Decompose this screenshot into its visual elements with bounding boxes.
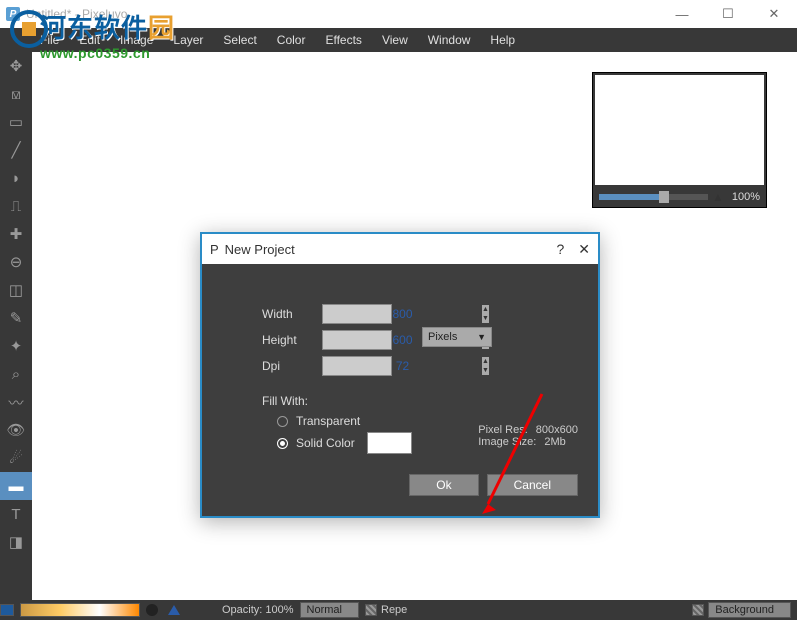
shape-circle-icon[interactable]: [146, 604, 158, 616]
eye-tool-icon[interactable]: 👁: [0, 416, 32, 444]
width-down-icon[interactable]: ▼: [482, 314, 489, 323]
selection-tool-icon[interactable]: ▭: [0, 108, 32, 136]
marquee-tool-icon[interactable]: ◫: [0, 276, 32, 304]
shape-triangle-icon[interactable]: [168, 605, 180, 615]
menu-file[interactable]: File: [30, 28, 69, 52]
heal-tool-icon[interactable]: ✚: [0, 220, 32, 248]
width-up-icon[interactable]: ▲: [482, 305, 489, 314]
repeat-checkbox[interactable]: [365, 604, 377, 616]
navigator-panel[interactable]: ▲ 100%: [592, 72, 767, 208]
new-project-dialog: P New Project ? ✕ Width ▲▼ Pixels ▼ Heig…: [200, 232, 600, 518]
radio-solid-color[interactable]: [277, 438, 288, 449]
layer-dropdown[interactable]: Background: [708, 602, 791, 618]
radio-transparent[interactable]: [277, 416, 288, 427]
solid-color-label: Solid Color: [296, 436, 355, 450]
project-info: Pixel Res:800x600 Image Size:2Mb: [478, 424, 578, 448]
blur-tool-icon[interactable]: 〰: [0, 388, 32, 416]
blend-mode-dropdown[interactable]: Normal: [300, 602, 359, 618]
dialog-icon: P: [210, 242, 219, 257]
menu-image[interactable]: Image: [110, 28, 163, 52]
close-button[interactable]: ✕: [751, 0, 797, 28]
move-tool-icon[interactable]: ✥: [0, 52, 32, 80]
navigator-preview[interactable]: [595, 75, 764, 185]
opacity-label[interactable]: Opacity: 100%: [222, 604, 294, 616]
status-bar: Opacity: 100% Normal Repe Background: [0, 600, 797, 620]
height-label: Height: [262, 333, 322, 347]
menu-color[interactable]: Color: [267, 28, 316, 52]
burn-tool-icon[interactable]: ☄: [0, 444, 32, 472]
maximize-button[interactable]: ☐: [705, 0, 751, 28]
smudge-tool-icon[interactable]: ◗: [0, 164, 32, 192]
pen-tool-icon[interactable]: ✎: [0, 304, 32, 332]
menu-effects[interactable]: Effects: [315, 28, 371, 52]
app-icon: P: [6, 7, 20, 21]
layer-thumb-icon[interactable]: [692, 604, 704, 616]
transparent-label: Transparent: [296, 414, 360, 428]
repeat-label: Repe: [381, 604, 407, 616]
color-indicator[interactable]: [0, 604, 14, 616]
menu-view[interactable]: View: [372, 28, 418, 52]
gradient-tool-icon[interactable]: ▬: [0, 472, 32, 500]
zoom-slider[interactable]: [599, 194, 708, 200]
dpi-label: Dpi: [262, 359, 322, 373]
window-title: Untitled* - Pixeluvo: [26, 7, 127, 21]
dialog-title: New Project: [225, 242, 295, 257]
title-bar: P Untitled* - Pixeluvo — ☐ ✕: [0, 0, 797, 28]
gradient-preview[interactable]: [20, 603, 140, 617]
fill-color-swatch[interactable]: [367, 432, 412, 454]
dpi-down-icon[interactable]: ▼: [482, 366, 489, 375]
height-input[interactable]: ▲▼: [322, 330, 392, 350]
brush-tool-icon[interactable]: ╱: [0, 136, 32, 164]
menu-bar: File Edit Image Layer Select Color Effec…: [0, 28, 797, 52]
eraser-tool-icon[interactable]: ◨: [0, 528, 32, 556]
crop-tool-icon[interactable]: ⟏: [0, 80, 32, 108]
clone-tool-icon[interactable]: ⎍: [0, 192, 32, 220]
menu-layer[interactable]: Layer: [163, 28, 213, 52]
tool-palette: ✥ ⟏ ▭ ╱ ◗ ⎍ ✚ ⊖ ◫ ✎ ✦ ⌕ 〰 👁 ☄ ▬ T ◨: [0, 52, 32, 600]
dialog-help-button[interactable]: ?: [556, 241, 564, 258]
dpi-up-icon[interactable]: ▲: [482, 357, 489, 366]
minimize-button[interactable]: —: [659, 0, 705, 28]
menu-edit[interactable]: Edit: [69, 28, 110, 52]
units-dropdown[interactable]: Pixels ▼: [422, 327, 492, 347]
chevron-down-icon: ▼: [477, 332, 486, 342]
zoom-fit-icon[interactable]: ▲: [712, 190, 724, 204]
fill-with-label: Fill With:: [262, 394, 578, 408]
zoom-tool-icon[interactable]: ⌕: [0, 360, 32, 388]
text-tool-icon[interactable]: T: [0, 500, 32, 528]
menu-window[interactable]: Window: [418, 28, 481, 52]
wand-tool-icon[interactable]: ✦: [0, 332, 32, 360]
lasso-tool-icon[interactable]: ⊖: [0, 248, 32, 276]
zoom-percent: 100%: [732, 191, 760, 203]
cancel-button[interactable]: Cancel: [487, 474, 578, 496]
width-label: Width: [262, 307, 322, 321]
menu-help[interactable]: Help: [480, 28, 525, 52]
dpi-input[interactable]: ▲▼: [322, 356, 392, 376]
dialog-close-button[interactable]: ✕: [578, 241, 590, 258]
ok-button[interactable]: Ok: [409, 474, 478, 496]
width-input[interactable]: ▲▼: [322, 304, 392, 324]
menu-select[interactable]: Select: [213, 28, 266, 52]
